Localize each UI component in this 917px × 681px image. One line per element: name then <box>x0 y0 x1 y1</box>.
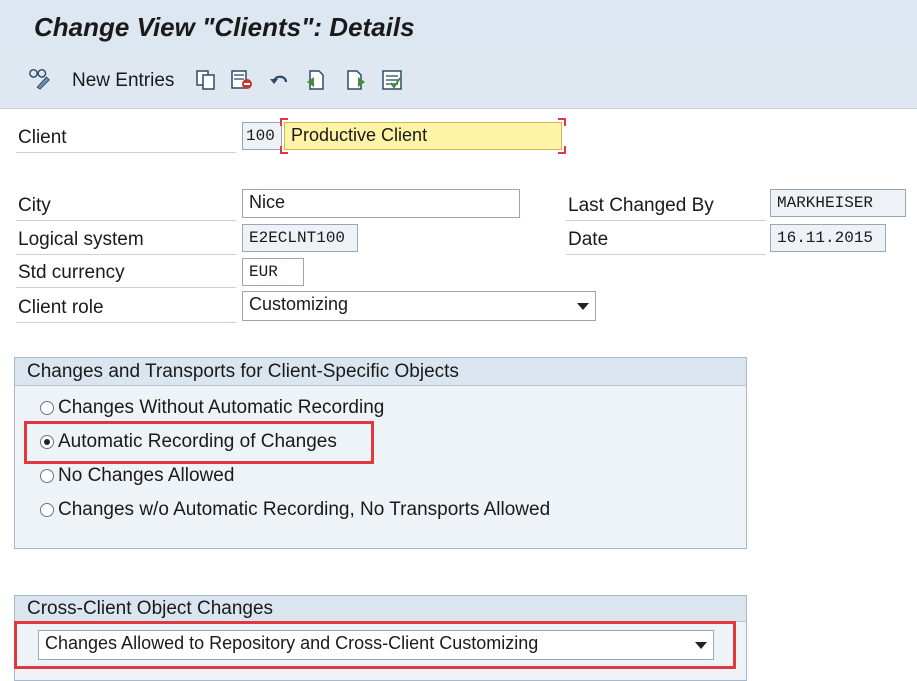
city-label-underline <box>16 220 236 221</box>
next-entry-icon[interactable] <box>344 68 368 92</box>
select-all-icon[interactable] <box>380 68 404 92</box>
copy-icon[interactable] <box>194 68 218 92</box>
last-changed-by-field: MARKHEISER <box>770 189 906 217</box>
radio-button[interactable] <box>40 503 54 517</box>
client-number-field: 100 <box>242 122 282 150</box>
client-role-dropdown[interactable]: Customizing <box>242 291 596 321</box>
radio-label: Changes w/o Automatic Recording, No Tran… <box>58 499 551 520</box>
new-entries-button[interactable]: New Entries <box>72 70 174 92</box>
radio-button[interactable] <box>40 469 54 483</box>
city-label: City <box>18 195 51 216</box>
previous-entry-icon[interactable] <box>304 68 328 92</box>
date-label: Date <box>568 229 609 250</box>
client-label-underline <box>16 152 236 153</box>
radio-no-changes-allowed[interactable]: No Changes Allowed <box>40 465 234 487</box>
date-label-underline <box>566 254 766 255</box>
highlight-automatic-recording <box>24 421 374 464</box>
last-changed-by-underline <box>566 220 766 221</box>
chevron-down-icon[interactable] <box>577 303 589 310</box>
highlight-cross-client <box>14 621 736 669</box>
glasses-pencil-icon[interactable] <box>28 66 52 90</box>
client-role-label: Client role <box>18 297 104 318</box>
logical-system-label: Logical system <box>18 229 144 250</box>
client-role-value: Customizing <box>249 294 349 314</box>
logical-system-underline <box>16 254 236 255</box>
date-field: 16.11.2015 <box>770 224 886 252</box>
std-currency-underline <box>16 287 236 288</box>
page-title: Change View "Clients": Details <box>34 12 415 42</box>
std-currency-input[interactable]: EUR <box>242 258 304 286</box>
radio-changes-without-recording[interactable]: Changes Without Automatic Recording <box>40 397 384 419</box>
client-role-underline <box>16 322 236 323</box>
required-field-marker <box>280 118 566 154</box>
last-changed-by-label: Last Changed By <box>568 195 714 216</box>
undo-icon[interactable] <box>268 68 292 92</box>
radio-label: No Changes Allowed <box>58 465 235 486</box>
city-input[interactable]: Nice <box>242 189 520 218</box>
logical-system-field: E2ECLNT100 <box>242 224 358 252</box>
radio-button[interactable] <box>40 401 54 415</box>
client-label: Client <box>18 127 67 148</box>
radio-no-transports-allowed[interactable]: Changes w/o Automatic Recording, No Tran… <box>40 499 550 521</box>
cross-client-group-title: Cross-Client Object Changes <box>15 596 746 622</box>
radio-label: Changes Without Automatic Recording <box>58 397 385 418</box>
changes-transports-group-title: Changes and Transports for Client-Specif… <box>15 358 746 386</box>
std-currency-label: Std currency <box>18 262 125 283</box>
delete-icon[interactable] <box>230 68 254 92</box>
